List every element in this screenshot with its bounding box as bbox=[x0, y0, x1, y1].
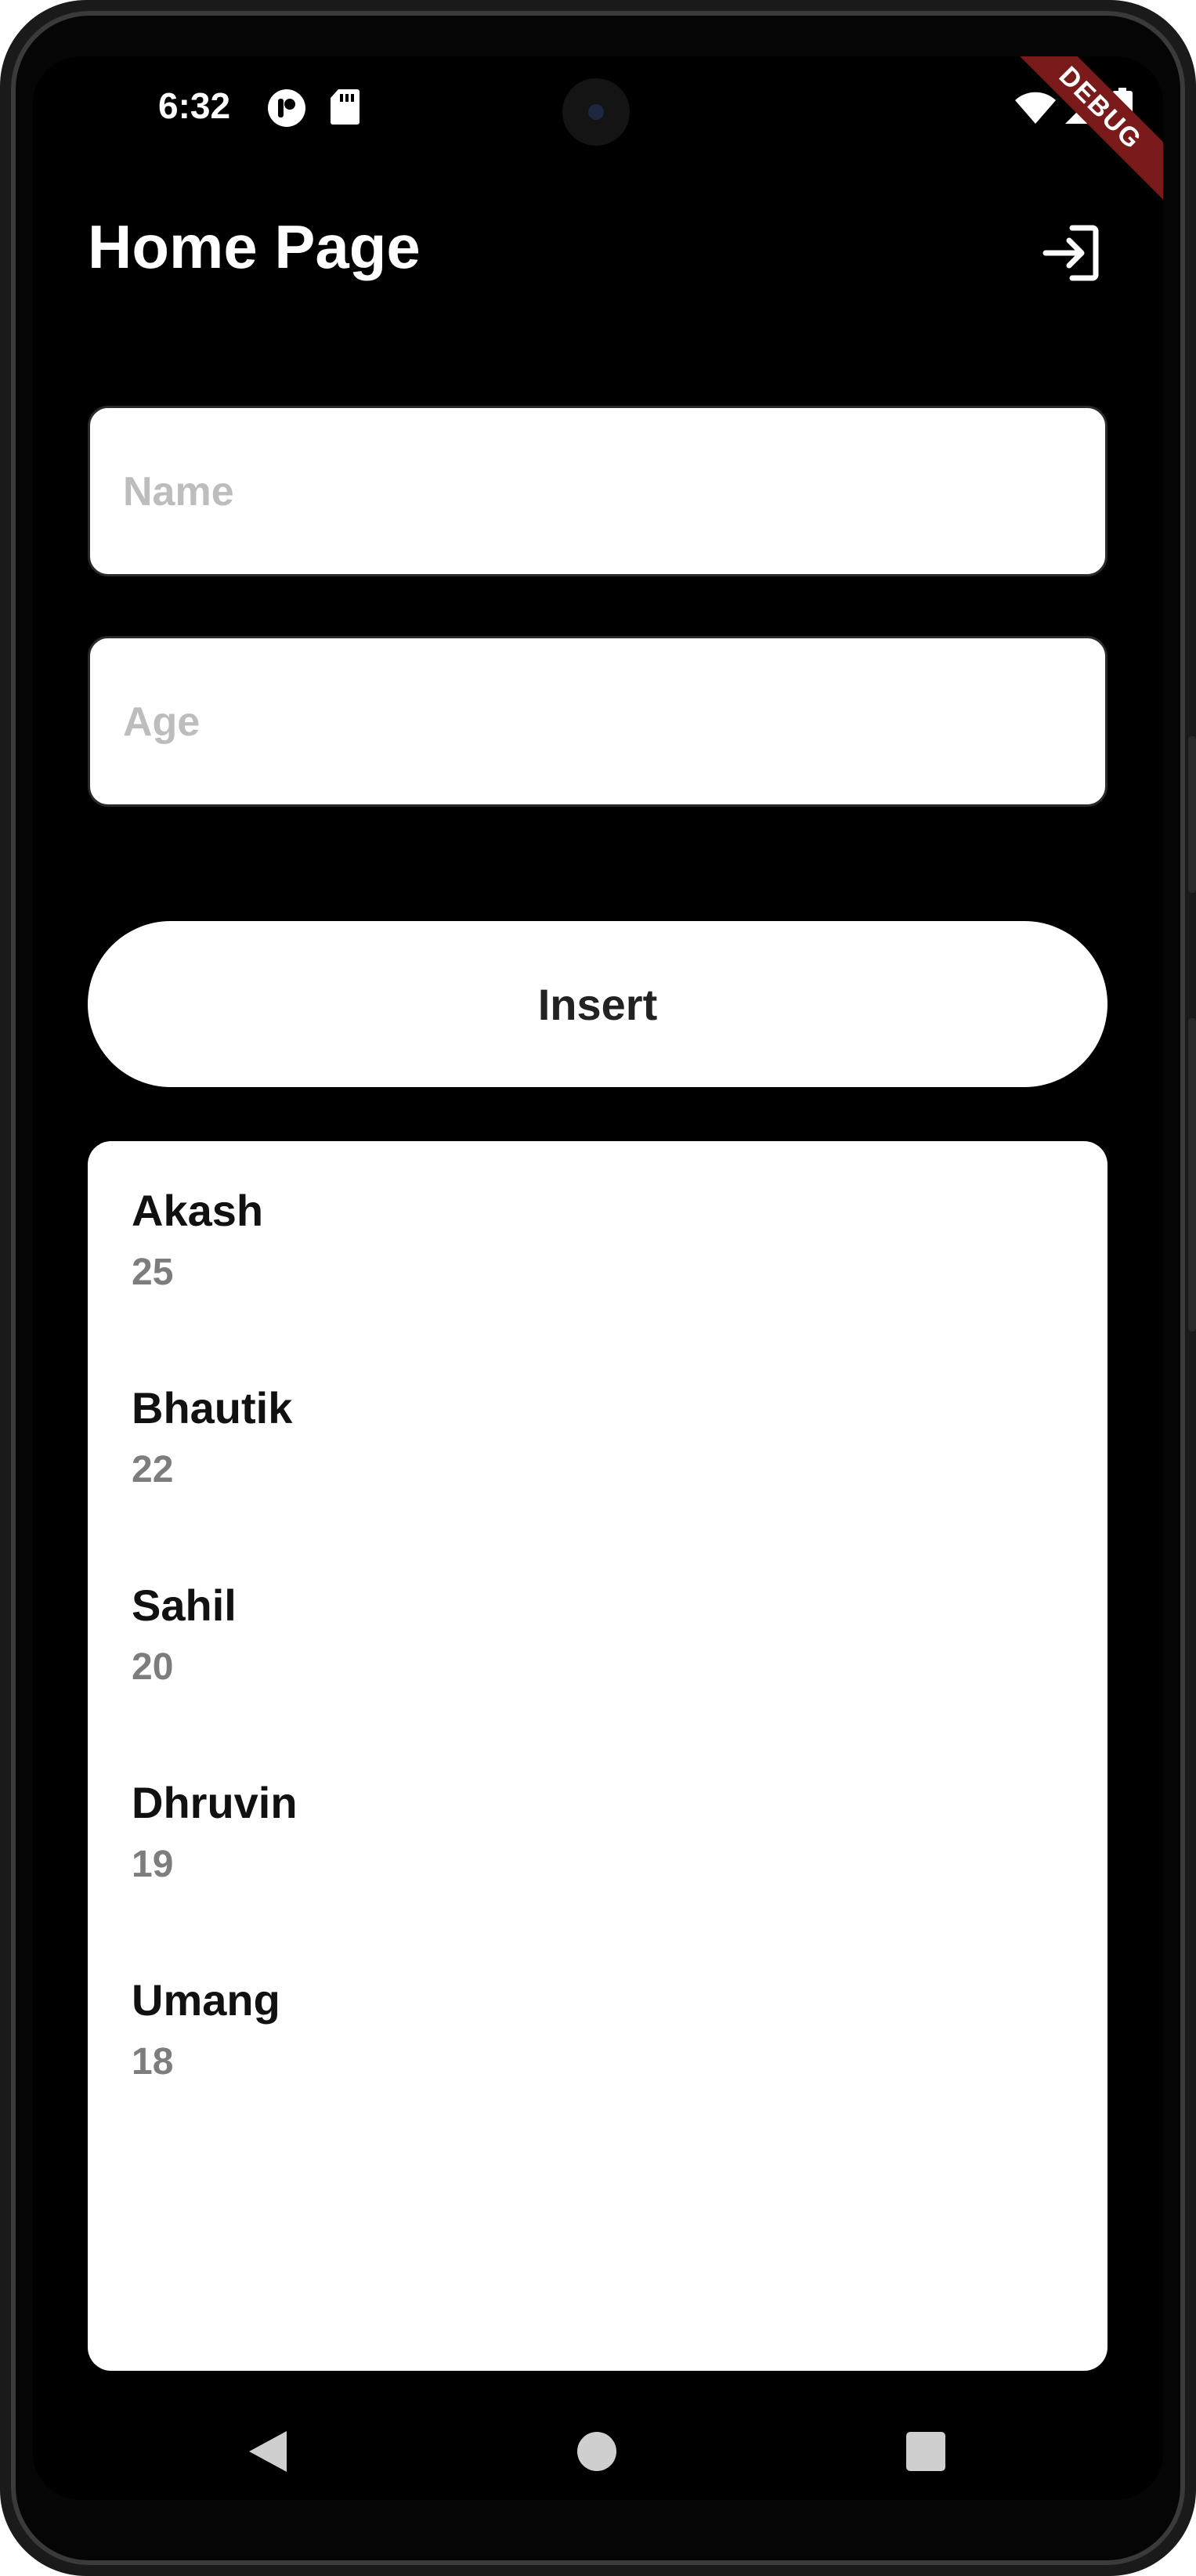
person-age: 19 bbox=[132, 1844, 174, 1885]
wifi-icon bbox=[1014, 91, 1057, 129]
power-button bbox=[1188, 736, 1196, 893]
nav-home-button[interactable] bbox=[565, 2420, 628, 2483]
age-field bbox=[88, 636, 1107, 807]
login-button[interactable] bbox=[1037, 219, 1104, 287]
list-item[interactable]: Umang 18 bbox=[132, 1974, 1064, 2131]
phone-frame: 6:32 DEBUG Home Page Name Age Insert Aka… bbox=[0, 0, 1196, 2576]
name-field bbox=[88, 406, 1107, 576]
insert-button[interactable]: Insert bbox=[88, 921, 1107, 1087]
person-age: 25 bbox=[132, 1252, 174, 1293]
person-name: Dhruvin bbox=[132, 1778, 298, 1827]
list-item[interactable]: Akash 25 bbox=[132, 1185, 1064, 1342]
front-camera bbox=[562, 78, 630, 146]
nav-recents-button[interactable] bbox=[894, 2420, 957, 2483]
navigation-bar bbox=[33, 2398, 1163, 2500]
name-input[interactable] bbox=[121, 408, 1064, 576]
login-icon bbox=[1042, 225, 1099, 281]
person-age: 20 bbox=[132, 1646, 174, 1688]
nav-back-button[interactable] bbox=[237, 2420, 299, 2483]
person-age: 22 bbox=[132, 1449, 174, 1490]
back-icon bbox=[249, 2431, 287, 2472]
person-name: Sahil bbox=[132, 1581, 237, 1630]
recents-icon bbox=[906, 2432, 945, 2471]
person-name: Umang bbox=[132, 1975, 280, 2025]
list-item[interactable]: Dhruvin 19 bbox=[132, 1777, 1064, 1934]
person-name: Akash bbox=[132, 1186, 264, 1235]
volume-button bbox=[1188, 1018, 1196, 1331]
list-item[interactable]: Bhautik 22 bbox=[132, 1382, 1064, 1539]
status-time: 6:32 bbox=[158, 85, 231, 126]
notification-app-icon bbox=[266, 88, 307, 132]
sd-card-icon bbox=[329, 88, 360, 129]
age-input[interactable] bbox=[121, 638, 1064, 806]
screen: 6:32 DEBUG Home Page Name Age Insert Aka… bbox=[33, 56, 1163, 2500]
person-name: Bhautik bbox=[132, 1383, 293, 1433]
list-item[interactable]: Sahil 20 bbox=[132, 1580, 1064, 1736]
person-age: 18 bbox=[132, 2041, 174, 2083]
status-bar: 6:32 DEBUG bbox=[33, 56, 1163, 206]
home-icon bbox=[577, 2432, 616, 2471]
people-list: Akash 25 Bhautik 22 Sahil 20 Dhruvin 19 … bbox=[88, 1141, 1107, 2371]
page-title: Home Page bbox=[88, 212, 421, 281]
debug-banner: DEBUG bbox=[1003, 56, 1163, 206]
